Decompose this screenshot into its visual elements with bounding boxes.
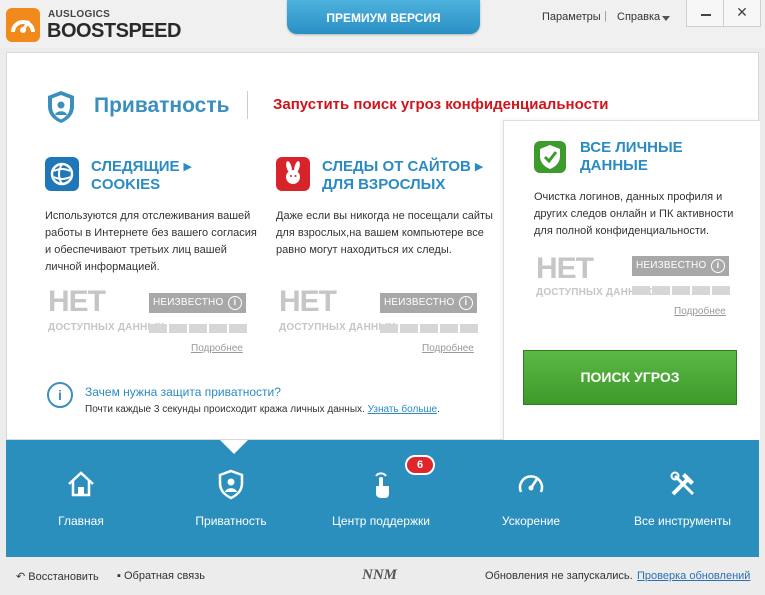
title-bar: AUSLOGICS BOOSTSPEED ПРЕМИУМ ВЕРСИЯ Пара… — [0, 0, 765, 48]
home-icon — [68, 471, 94, 497]
status-value: НЕТ — [48, 285, 106, 318]
status-value: НЕТ — [279, 285, 337, 318]
nav-label: Приватность — [195, 514, 267, 528]
card-description: Используются для отслеживания вашей рабо… — [45, 210, 257, 273]
main-panel: Приватность Запустить поиск угроз конфид… — [6, 52, 760, 440]
card-title-line1: СЛЕДЫ ОТ САЙТОВ — [322, 158, 471, 175]
check-updates-link[interactable]: Проверка обновлений — [637, 570, 750, 582]
help-menu[interactable]: Справка — [617, 11, 660, 23]
feedback-label: Обратная связь — [123, 570, 206, 582]
why-privacy-period: . — [437, 404, 440, 415]
shield-check-icon — [534, 141, 566, 173]
all-personal-data-title[interactable]: ВСЕ ЛИЧНЫЕ ДАННЫЕ — [580, 139, 683, 175]
privacy-shield-icon — [48, 91, 74, 123]
brand-product: BOOSTSPEED — [47, 20, 181, 42]
learn-more-link[interactable]: Узнать больше — [368, 404, 438, 415]
tracking-cookies-card: СЛЕДЯЩИЕ ▸ COOKIES Используются для отсл… — [45, 149, 273, 365]
scan-threats-button[interactable]: ПОИСК УГРОЗ — [523, 350, 737, 405]
globe-icon — [45, 157, 79, 191]
bunny-icon — [276, 157, 310, 191]
restore-label: Восстановить — [28, 571, 99, 583]
card-description: Даже если вы никогда не посещали сайты д… — [276, 210, 493, 256]
notification-badge: 6 — [405, 455, 435, 475]
nav-label: Главная — [58, 514, 104, 528]
threat-level-label: НЕИЗВЕСТНО — [636, 260, 707, 271]
tools-icon — [670, 471, 694, 496]
menu-separator: | — [604, 10, 607, 22]
status-caption: ДОСТУПНЫХ ДАННЫХ — [279, 322, 396, 333]
card-description: Очистка логинов, данных профиля и других… — [534, 191, 734, 237]
bottom-navigation: Главная Приватность Центр поддержки Уско… — [6, 440, 759, 557]
card-title-line2: ДЛЯ ВЗРОСЛЫХ — [322, 176, 446, 193]
threat-level-bars — [380, 320, 480, 333]
tracking-cookies-title[interactable]: СЛЕДЯЩИЕ ▸ COOKIES — [91, 158, 281, 194]
threat-level-label: НЕИЗВЕСТНО — [384, 297, 455, 308]
info-icon[interactable]: i — [711, 259, 725, 273]
why-privacy-link[interactable]: Зачем нужна защита приватности? — [85, 385, 281, 399]
why-privacy-text: Почти каждые 3 секунды происходит кража … — [85, 404, 440, 415]
nav-item-support-center[interactable]: Центр поддержки — [306, 440, 456, 557]
chat-bubble-icon: ▪ — [117, 570, 121, 582]
restore-button[interactable]: ↶ Восстановить — [16, 570, 99, 583]
chevron-right-icon: ▸ — [475, 158, 483, 175]
minimize-button[interactable] — [686, 0, 724, 27]
undo-arrow-icon: ↶ — [16, 571, 26, 583]
privacy-shield-icon — [218, 469, 244, 500]
status-bar: ↶ Восстановить ▪ Обратная связь NNM Обно… — [0, 557, 765, 595]
brand-vendor: AUSLOGICS — [48, 9, 111, 20]
status-caption: ДОСТУПНЫХ ДАННЫХ — [48, 322, 165, 333]
premium-version-tab[interactable]: ПРЕМИУМ ВЕРСИЯ — [287, 0, 480, 34]
title-divider — [247, 91, 248, 119]
adult-sites-title[interactable]: СЛЕДЫ ОТ САЙТОВ ▸ ДЛЯ ВЗРОСЛЫХ — [322, 158, 512, 194]
app-logo-icon — [6, 8, 40, 42]
chevron-down-icon[interactable] — [662, 16, 670, 21]
touch-hand-icon — [375, 472, 389, 498]
nav-label: Центр поддержки — [332, 514, 430, 528]
more-link[interactable]: Подробнее — [674, 306, 726, 317]
card-title-line2: ДАННЫЕ — [580, 157, 648, 174]
card-title-line1: СЛЕДЯЩИЕ — [91, 158, 180, 175]
update-status-text: Обновления не запускались. — [485, 570, 633, 582]
nav-item-speedup[interactable]: Ускорение — [456, 440, 606, 557]
settings-menu[interactable]: Параметры — [542, 11, 601, 23]
nav-item-all-tools[interactable]: Все инструменты — [606, 440, 759, 557]
adult-sites-traces-card: СЛЕДЫ ОТ САЙТОВ ▸ ДЛЯ ВЗРОСЛЫХ Даже если… — [276, 149, 504, 365]
info-icon[interactable]: i — [228, 296, 242, 310]
why-privacy-fact: Почти каждые 3 секунды происходит кража … — [85, 404, 365, 415]
status-value: НЕТ — [536, 252, 594, 285]
info-icon[interactable]: i — [459, 296, 473, 310]
start-privacy-scan-link[interactable]: Запустить поиск угроз конфиденциальности — [273, 96, 609, 113]
all-personal-data-panel: ВСЕ ЛИЧНЫЕ ДАННЫЕ Очистка логинов, данны… — [503, 120, 760, 440]
minimize-icon — [701, 14, 711, 16]
watermark: NNM — [362, 567, 398, 583]
threat-level-indicator: НЕИЗВЕСТНО i — [380, 293, 477, 313]
speedometer-icon — [518, 475, 544, 493]
info-icon: i — [47, 382, 73, 408]
threat-level-bars — [149, 320, 249, 333]
feedback-button[interactable]: ▪ Обратная связь — [117, 570, 205, 582]
chevron-right-icon: ▸ — [183, 158, 192, 175]
threat-level-indicator: НЕИЗВЕСТНО i — [149, 293, 246, 313]
nav-item-home[interactable]: Главная — [6, 440, 156, 557]
more-link[interactable]: Подробнее — [422, 343, 474, 354]
card-title-line1: ВСЕ ЛИЧНЫЕ — [580, 139, 683, 156]
card-title-line2: COOKIES — [91, 176, 161, 193]
nav-item-privacy[interactable]: Приватность — [156, 440, 306, 557]
threat-level-label: НЕИЗВЕСТНО — [153, 297, 224, 308]
threat-level-indicator: НЕИЗВЕСТНО i — [632, 256, 729, 276]
threat-level-bars — [632, 282, 732, 295]
nav-label: Все инструменты — [634, 514, 731, 528]
more-link[interactable]: Подробнее — [191, 343, 243, 354]
page-title: Приватность — [94, 94, 230, 117]
close-button[interactable]: ✕ — [723, 0, 761, 27]
nav-label: Ускорение — [501, 514, 561, 528]
